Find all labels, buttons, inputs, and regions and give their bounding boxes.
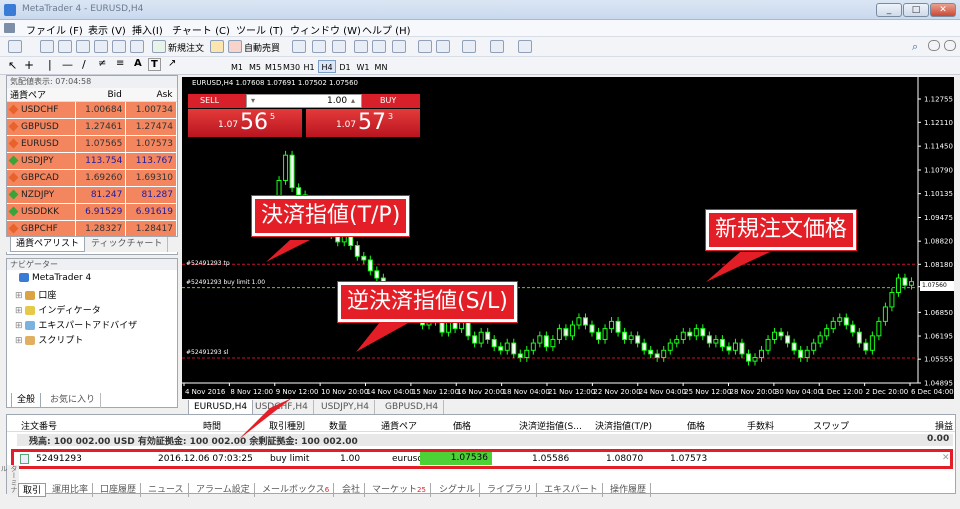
order-callout-pointer (238, 398, 292, 440)
sl-callout: 逆決済指値(S/L) (338, 282, 517, 322)
tp-callout-text: 決済指値(T/P) (261, 203, 401, 228)
tp-callout: 決済指値(T/P) (252, 196, 410, 236)
tp-callout-pointer (266, 240, 310, 262)
price-callout: 新規注文価格 (706, 210, 857, 250)
sl-callout-pointer (356, 322, 410, 352)
price-callout-text: 新規注文価格 (715, 217, 848, 242)
price-callout-pointer (706, 252, 770, 282)
sl-callout-text: 逆決済指値(S/L) (347, 289, 508, 314)
callout-arrows (238, 240, 770, 440)
